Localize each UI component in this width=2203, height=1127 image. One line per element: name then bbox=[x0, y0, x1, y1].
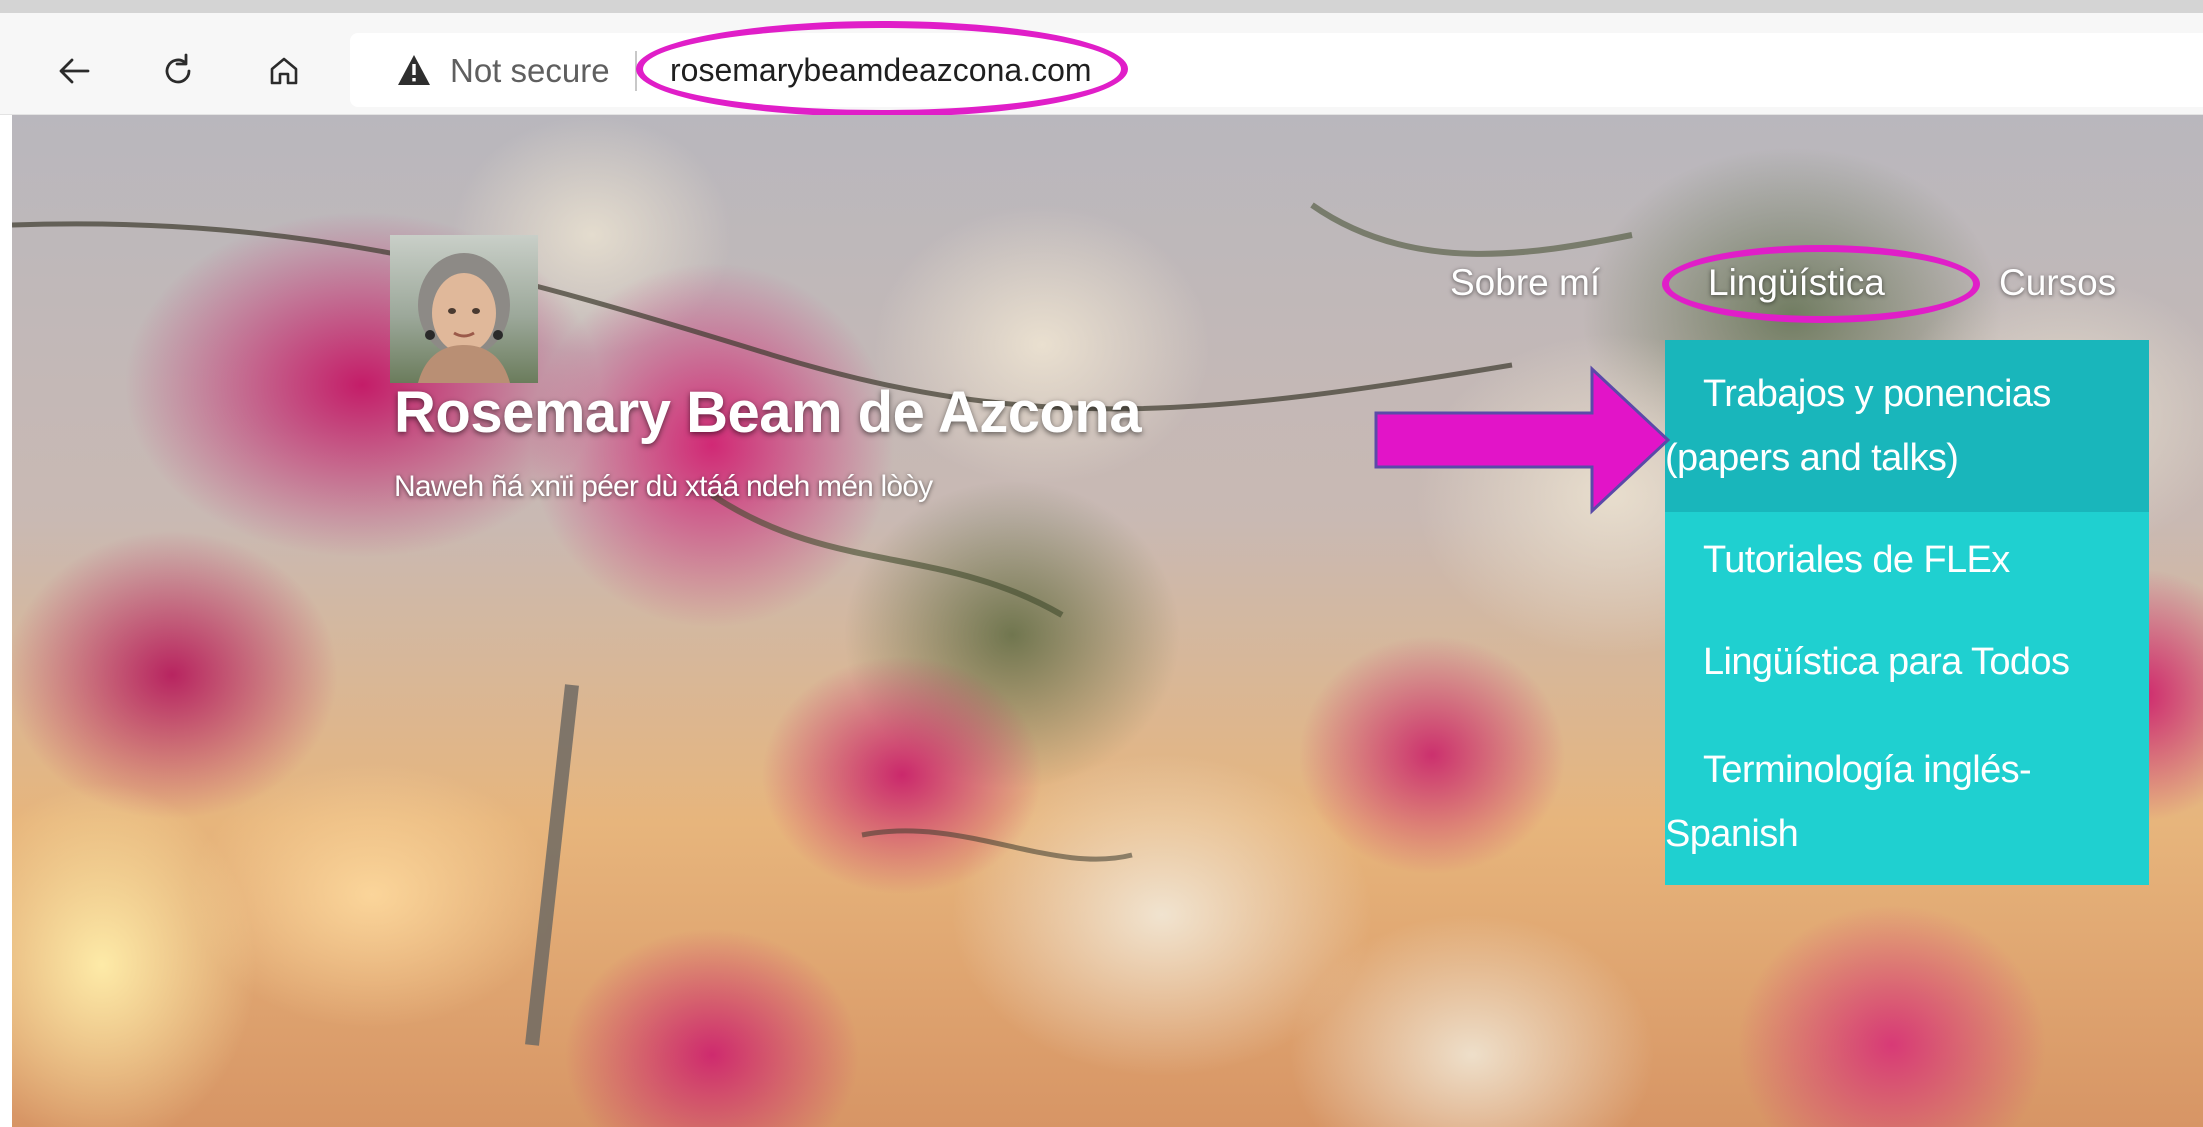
linguistica-dropdown-menu: Trabajos y ponencias (papers and talks) … bbox=[1665, 340, 2149, 885]
annotation-arrow-icon bbox=[1374, 365, 1671, 515]
warning-triangle-icon bbox=[398, 55, 430, 85]
nav-sobre-mi[interactable]: Sobre mí bbox=[1450, 262, 1600, 304]
url-highlight-ring bbox=[636, 21, 1128, 117]
nav-cursos[interactable]: Cursos bbox=[1999, 262, 2116, 304]
dropdown-item-terminologia[interactable]: Terminología inglés-Spanish bbox=[1665, 738, 2149, 866]
dropdown-item-linguistica-todos[interactable]: Lingüística para Todos bbox=[1665, 630, 2149, 694]
dropdown-item-flex-tutorials[interactable]: Tutoriales de FLEx bbox=[1665, 528, 2149, 592]
back-arrow-icon bbox=[59, 58, 90, 84]
browser-toolbar: Not secure rosemarybeamdeazcona.com bbox=[0, 13, 2203, 117]
site-tagline: Naweh ñá xnïi péer dù xtáá ndeh mén lòòy bbox=[394, 470, 933, 503]
nav-highlight-ring bbox=[1662, 245, 1980, 323]
security-status-label[interactable]: Not secure bbox=[450, 51, 610, 91]
address-bar[interactable]: Not secure rosemarybeamdeazcona.com bbox=[350, 21, 2203, 117]
home-button[interactable] bbox=[256, 43, 312, 99]
avatar-portrait bbox=[418, 253, 510, 383]
browser-top-strip bbox=[0, 0, 2203, 13]
author-avatar[interactable] bbox=[390, 235, 538, 383]
dropdown-item-trabajos[interactable]: Trabajos y ponencias (papers and talks) bbox=[1665, 362, 2149, 490]
home-icon bbox=[270, 57, 298, 85]
back-button[interactable] bbox=[46, 43, 102, 99]
hero-background: Rosemary Beam de Azcona Naweh ñá xnïi pé… bbox=[12, 115, 2203, 1127]
reload-button[interactable] bbox=[150, 43, 206, 99]
site-title[interactable]: Rosemary Beam de Azcona bbox=[394, 379, 1142, 446]
reload-icon bbox=[165, 53, 191, 84]
